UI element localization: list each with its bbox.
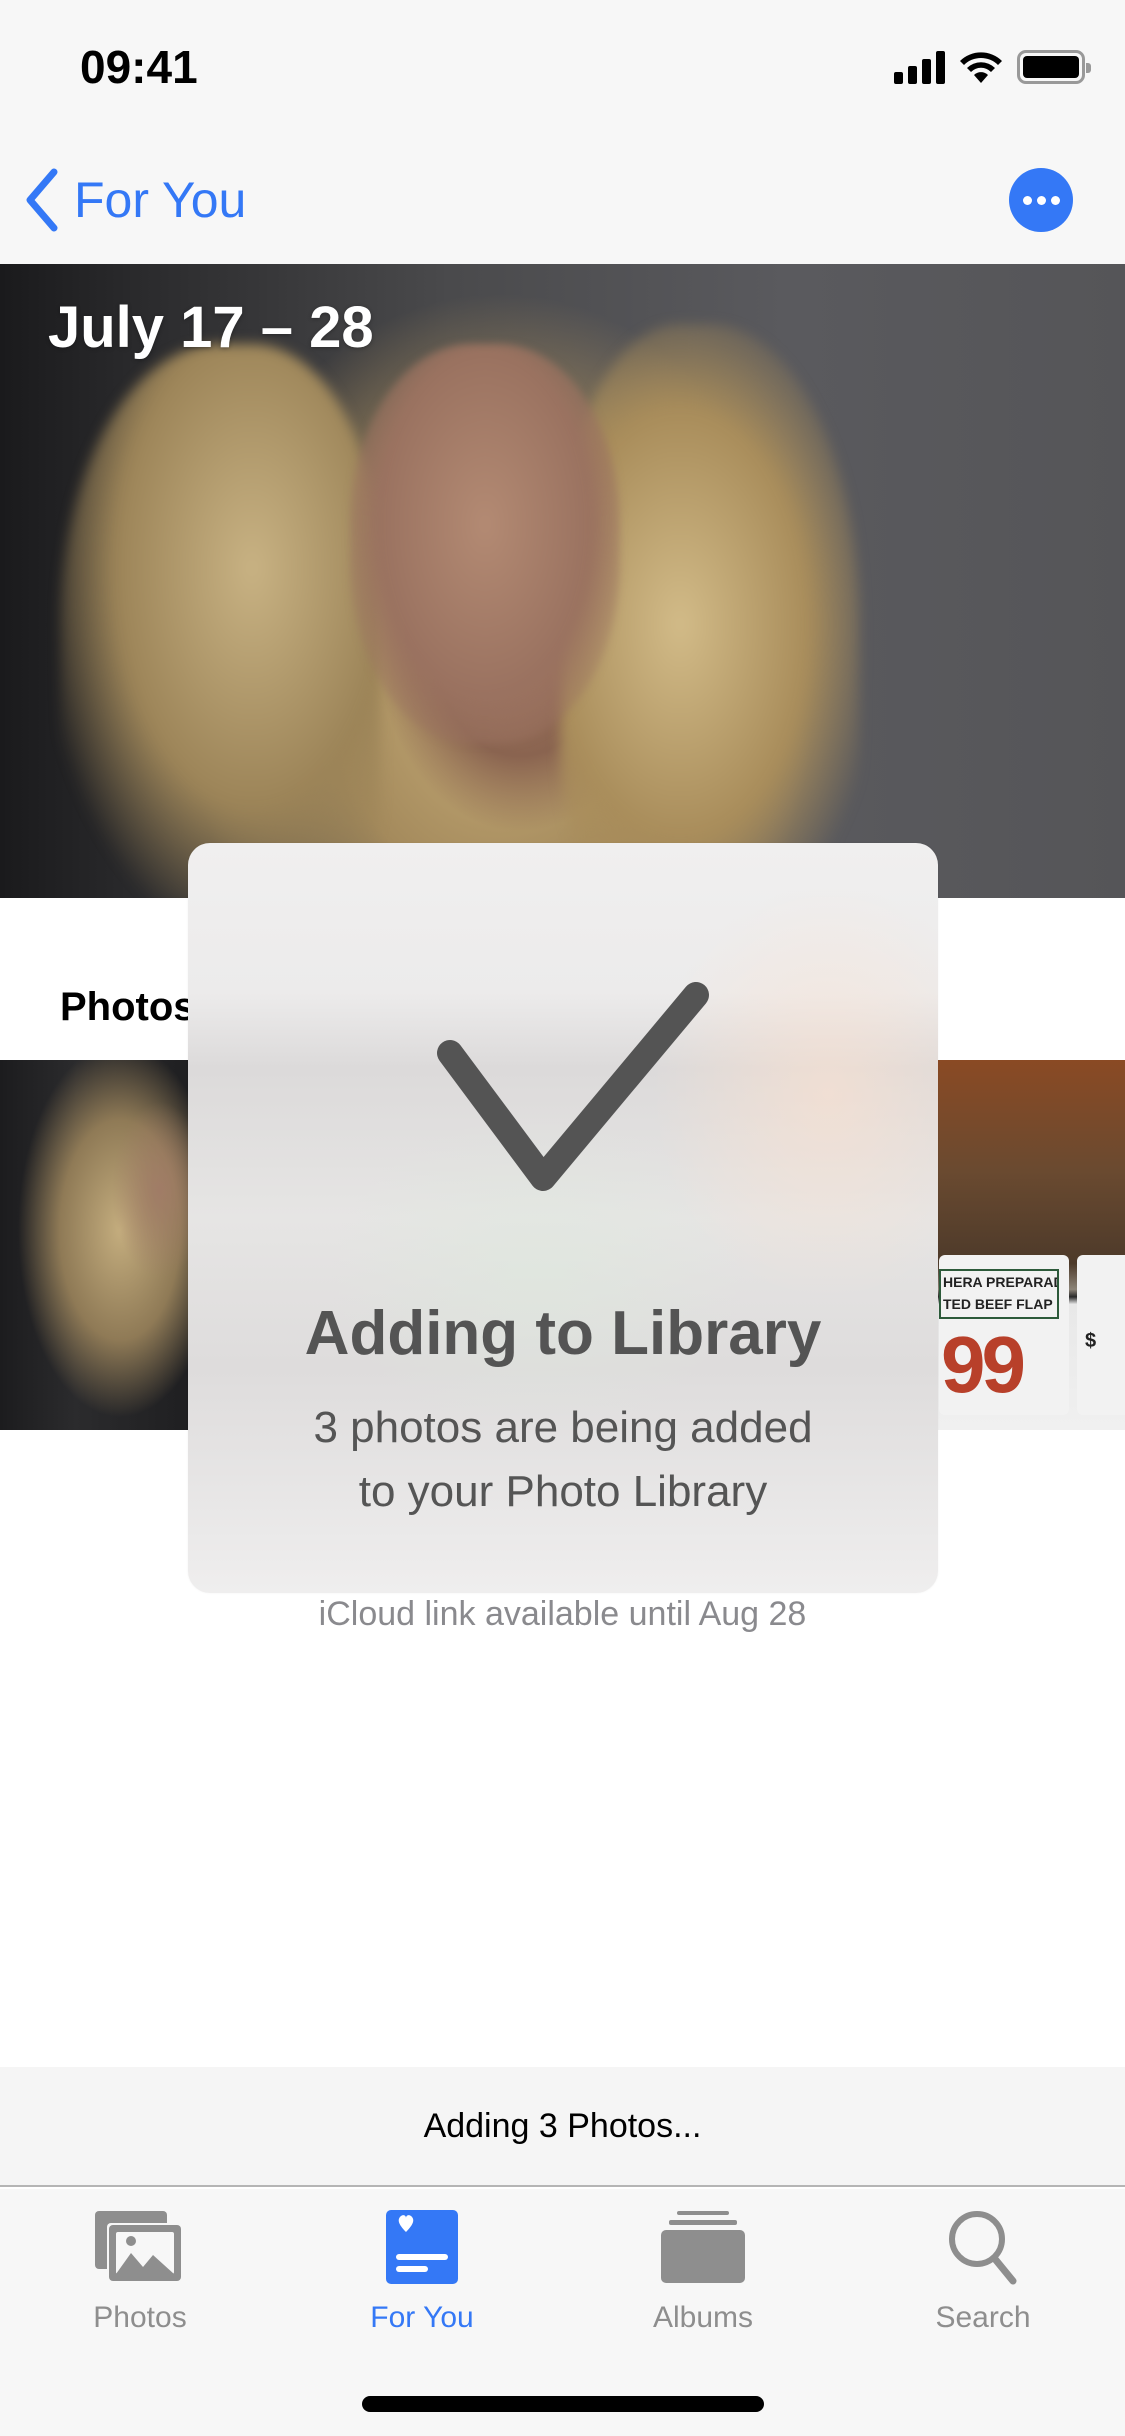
photo-thumbnail[interactable]: HERA PREPARADA TED BEEF FLAP MEAT 99 $: [935, 1060, 1125, 1430]
photos-icon: [95, 2211, 183, 2281]
price-sign-label: HERA PREPARADA TED BEEF FLAP MEAT: [939, 1269, 1059, 1319]
bottom-status-bar: Adding 3 Photos...: [0, 2067, 1125, 2187]
hud-message-line: 3 photos are being added: [313, 1403, 813, 1452]
hud-message: 3 photos are being added to your Photo L…: [188, 1396, 938, 1524]
albums-icon: [661, 2211, 745, 2283]
ellipsis-dot: [1050, 195, 1060, 205]
photo-detail: [350, 344, 620, 744]
price-sign: HERA PREPARADA TED BEEF FLAP MEAT 99: [939, 1255, 1069, 1415]
tab-label: For You: [370, 2301, 474, 2334]
tab-search[interactable]: Search: [883, 2207, 1083, 2357]
ellipsis-dot: [1036, 195, 1046, 205]
tab-albums[interactable]: Albums: [603, 2207, 803, 2357]
tab-label: Albums: [652, 2301, 754, 2334]
tab-label: Photos: [93, 2301, 187, 2334]
price-sign-value: 99: [941, 1320, 1026, 1409]
search-icon: [949, 2211, 1017, 2285]
section-label-photos: Photos: [60, 985, 196, 1029]
checkmark-icon: [437, 982, 709, 1191]
ellipsis-dot: [1022, 195, 1032, 205]
photo-detail: [60, 344, 380, 898]
bottom-status-text: Adding 3 Photos...: [423, 2106, 702, 2145]
status-bar: 09:41: [0, 0, 1125, 140]
home-indicator[interactable]: [362, 2396, 764, 2412]
status-icons: [894, 50, 1091, 84]
chevron-left-icon: [26, 168, 58, 232]
tab-label: Search: [935, 2301, 1031, 2334]
tab-photos[interactable]: Photos: [40, 2207, 240, 2357]
price-sign-line: TED BEEF FLAP MEAT: [943, 1296, 1057, 1312]
back-button-label: For You: [74, 172, 247, 228]
battery-icon: [1017, 50, 1091, 84]
wifi-icon: [960, 52, 1002, 83]
price-sign-line: HERA PREPARADA: [943, 1274, 1057, 1290]
price-sign-currency: $: [1085, 1330, 1097, 1352]
hero-photo[interactable]: July 17 – 28: [0, 264, 1125, 898]
back-button[interactable]: For You: [22, 160, 246, 240]
photo-thumbnail[interactable]: [0, 1060, 190, 1430]
hud-message-line: to your Photo Library: [358, 1467, 768, 1516]
hud-title: Adding to Library: [304, 1299, 822, 1368]
cellular-signal-icon: [894, 50, 945, 84]
navigation-bar: For You: [0, 140, 1125, 264]
price-sign: $: [1077, 1255, 1125, 1415]
tab-for-you[interactable]: For You: [322, 2207, 522, 2357]
hero-title: July 17 – 28: [48, 295, 374, 360]
more-options-button[interactable]: [1009, 168, 1073, 232]
adding-to-library-hud: Adding to Library 3 photos are being add…: [188, 843, 938, 1593]
for-you-icon: [386, 2210, 458, 2284]
status-time: 09:41: [80, 41, 198, 93]
icloud-link-note: iCloud link available until Aug 28: [318, 1595, 807, 1633]
